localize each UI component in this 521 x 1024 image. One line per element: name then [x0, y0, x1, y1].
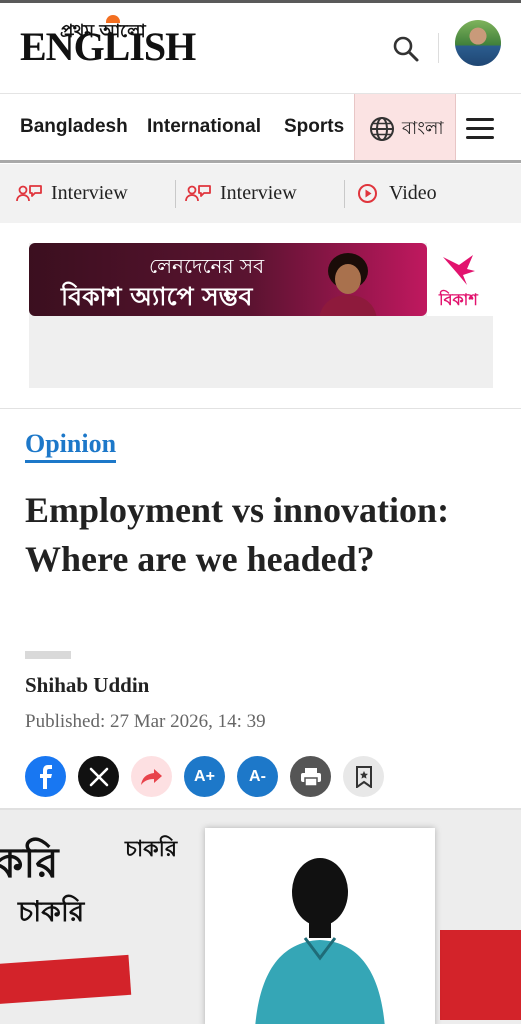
logo-english-text: ENGLISH	[20, 24, 196, 69]
font-increase-icon: A+	[194, 767, 215, 785]
language-switch-button[interactable]: বাংলা	[354, 94, 456, 160]
subnav-item-interview-2[interactable]: Interview	[185, 164, 297, 223]
bkash-brand-text: বিকাশ	[439, 290, 478, 309]
subnav-label: Interview	[51, 182, 128, 204]
hero-torn-paper	[205, 828, 435, 1024]
nav-item-international[interactable]: International	[147, 116, 261, 138]
main-nav: Bangladesh International Sports বাংলা	[0, 93, 521, 163]
subnav-separator	[344, 180, 345, 208]
font-increase-button[interactable]: A+	[184, 756, 225, 797]
ad-person-image	[319, 253, 377, 316]
hamburger-menu-icon[interactable]	[466, 118, 494, 140]
video-play-icon	[358, 184, 377, 203]
article-author[interactable]: Shihab Uddin	[25, 673, 149, 698]
print-button[interactable]	[290, 756, 331, 797]
facebook-share-button[interactable]	[25, 756, 66, 797]
share-button[interactable]	[131, 756, 172, 797]
share-icon	[140, 768, 162, 785]
search-icon[interactable]	[390, 33, 422, 65]
article-hero-image[interactable]: করি চাকরি চাকরি	[0, 808, 521, 1024]
subnav-separator	[175, 180, 176, 208]
interview-icon	[16, 184, 42, 201]
bookmark-button[interactable]	[343, 756, 384, 797]
header-divider	[438, 33, 439, 63]
user-avatar[interactable]	[455, 20, 501, 66]
interview-icon	[185, 184, 211, 201]
nav-item-sports[interactable]: Sports	[284, 116, 344, 138]
nav-item-bangladesh[interactable]: Bangladesh	[20, 116, 128, 138]
globe-icon	[370, 117, 394, 141]
subnav-item-video[interactable]: Video	[357, 164, 437, 223]
top-bar: প্রথম আলো ENGLISH	[0, 0, 521, 92]
subnav-item-interview-1[interactable]: Interview	[16, 164, 128, 223]
font-decrease-icon: A-	[249, 767, 266, 785]
ad-banner[interactable]: লেনদেনের সব বিকাশ অ্যাপে সম্ভব	[29, 243, 427, 316]
article-headline: Employment vs innovation: Where are we h…	[25, 490, 450, 579]
hero-red-stroke	[0, 954, 132, 1006]
bookmark-icon	[355, 765, 372, 788]
bkash-logo: বিকাশ	[427, 243, 493, 316]
article-category-link[interactable]: Opinion	[25, 429, 117, 463]
x-icon	[89, 767, 108, 786]
hero-text: চাকরি	[125, 837, 178, 862]
publish-date: Published: 27 Mar 2026, 14: 39	[25, 711, 266, 732]
subnav-label: Interview	[220, 182, 297, 204]
bkash-bird-icon	[443, 255, 475, 285]
section-divider	[0, 408, 521, 409]
x-share-button[interactable]	[78, 756, 119, 797]
language-label: বাংলা	[402, 118, 444, 139]
facebook-icon	[39, 764, 52, 789]
print-icon	[300, 767, 321, 787]
hero-red-stroke	[440, 930, 521, 1020]
hero-text: চাকরি	[18, 895, 85, 928]
site-logo[interactable]: প্রথম আলো ENGLISH	[20, 15, 196, 77]
sub-nav: Interview Interview Video	[0, 164, 521, 223]
headline-divider	[25, 651, 71, 659]
font-decrease-button[interactable]: A-	[237, 756, 278, 797]
subnav-label: Video	[389, 182, 437, 204]
silhouette-figure	[255, 858, 385, 1024]
ad-line-2: বিকাশ অ্যাপে সম্ভব	[61, 282, 253, 311]
